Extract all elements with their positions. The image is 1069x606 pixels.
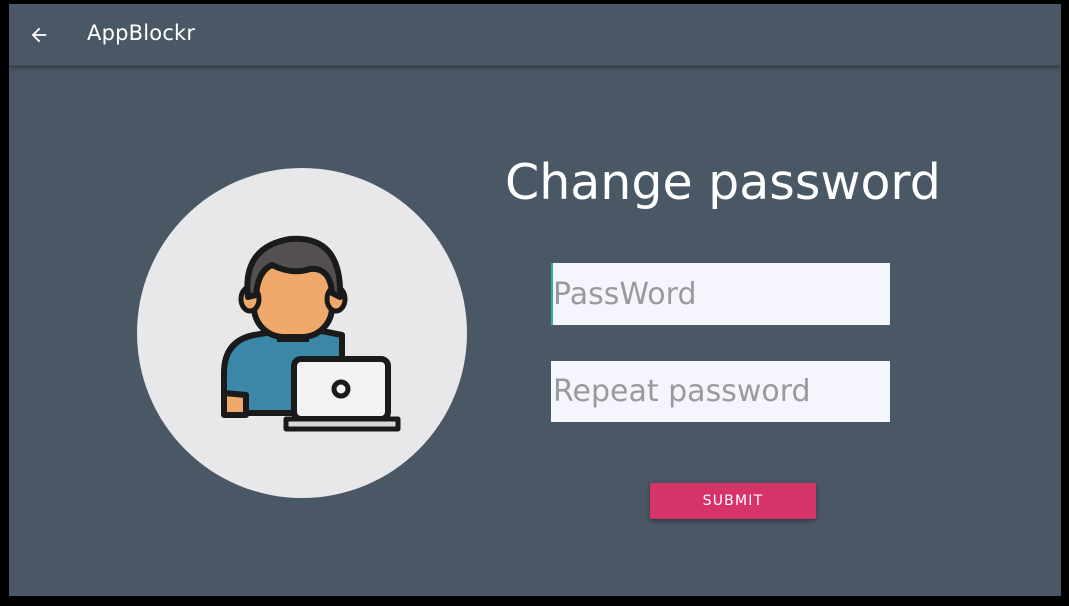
user-with-laptop-icon bbox=[221, 235, 401, 432]
arrow-left-icon bbox=[31, 27, 47, 43]
repeat-password-input[interactable] bbox=[551, 361, 890, 422]
avatar bbox=[137, 168, 467, 498]
app-window: AppBlockr Change password SUBMIT bbox=[9, 4, 1061, 596]
page-title: Change password bbox=[505, 154, 941, 211]
back-button[interactable] bbox=[23, 19, 55, 51]
submit-button[interactable]: SUBMIT bbox=[650, 483, 816, 519]
password-input[interactable] bbox=[551, 263, 890, 325]
app-bar: AppBlockr bbox=[9, 4, 1061, 66]
app-title: AppBlockr bbox=[87, 21, 196, 45]
